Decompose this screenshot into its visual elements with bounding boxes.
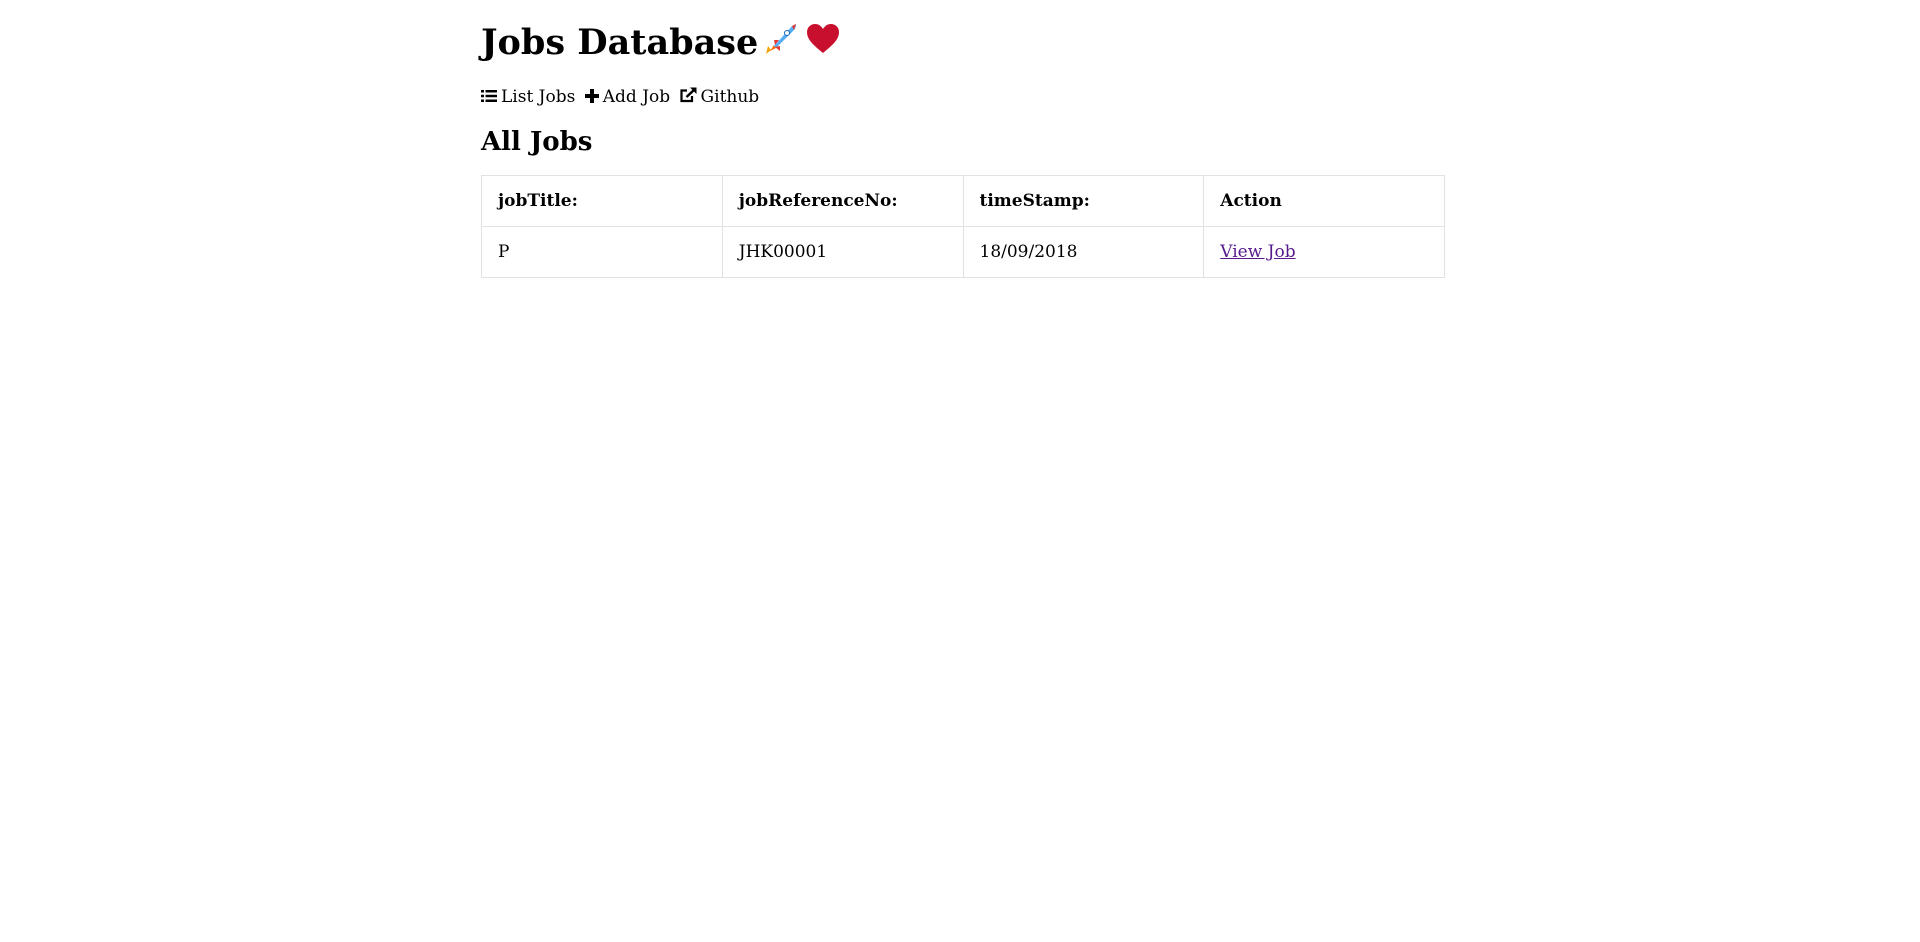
nav-list-jobs-label: List Jobs xyxy=(501,87,576,107)
column-header-job-title: jobTitle: xyxy=(481,175,723,227)
external-link-icon xyxy=(679,87,697,103)
cell-action: View Job xyxy=(1203,226,1445,278)
heart-icon xyxy=(804,20,842,67)
column-header-job-reference: jobReferenceNo: xyxy=(721,175,964,227)
section-heading: All Jobs xyxy=(481,127,593,157)
nav-add-job[interactable]: Add Job xyxy=(584,87,671,107)
cell-job-reference: JHK00001 xyxy=(721,226,964,278)
column-header-action: Action xyxy=(1203,175,1445,227)
nav-add-job-label: Add Job xyxy=(602,87,671,107)
cell-job-title: P xyxy=(481,226,723,278)
main-nav: List Jobs Add Job Github xyxy=(481,87,1445,107)
nav-list-jobs[interactable]: List Jobs xyxy=(481,87,575,107)
table-row: P JHK00001 18/09/2018 View Job xyxy=(481,226,1445,278)
cell-timestamp: 18/09/2018 xyxy=(962,226,1205,278)
view-job-link[interactable]: View Job xyxy=(1220,242,1295,262)
plus-icon xyxy=(584,89,599,103)
rocket-icon xyxy=(762,20,800,67)
nav-github[interactable]: Github xyxy=(679,87,760,107)
column-header-timestamp: timeStamp: xyxy=(962,175,1205,227)
page-title: Jobs Database xyxy=(481,0,1445,67)
page-container: Jobs Database List Jobs Add Job Github A… xyxy=(481,0,1445,278)
app-title-text: Jobs Database xyxy=(481,22,759,63)
jobs-table: jobTitle: jobReferenceNo: timeStamp: Act… xyxy=(481,175,1445,278)
table-header-row: jobTitle: jobReferenceNo: timeStamp: Act… xyxy=(481,175,1445,227)
list-icon xyxy=(481,90,497,102)
nav-github-label: Github xyxy=(700,87,760,107)
